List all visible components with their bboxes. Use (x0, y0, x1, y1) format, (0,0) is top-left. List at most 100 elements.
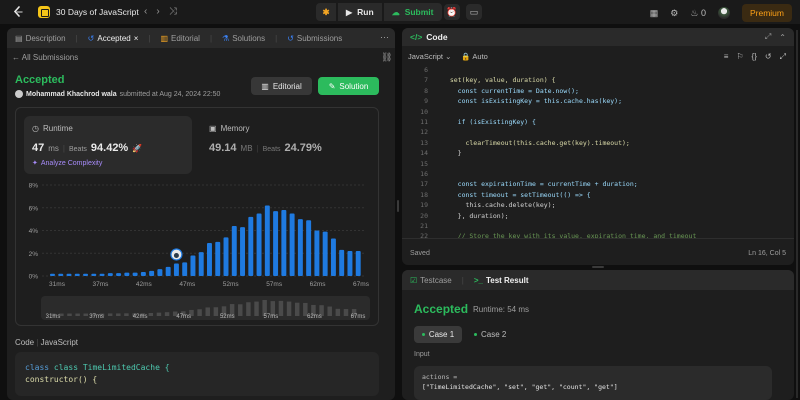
prev-problem-icon[interactable]: ‹ (144, 6, 147, 18)
chart-bar[interactable] (289, 213, 295, 276)
chart-bar[interactable] (322, 231, 328, 276)
braces-icon[interactable]: {} (752, 52, 757, 62)
chart-bar[interactable] (306, 220, 312, 276)
tab-accepted[interactable]: ↺ Accepted × (88, 34, 139, 43)
chart-bar[interactable] (83, 273, 89, 276)
chart-bar[interactable] (165, 266, 171, 276)
chart-bar[interactable] (124, 272, 130, 276)
code-line[interactable]: 21 (402, 222, 794, 232)
code-line[interactable]: 20 }, duration); (402, 212, 794, 222)
chart-bar[interactable] (140, 272, 146, 276)
chart-bar[interactable] (256, 213, 262, 276)
code-line[interactable]: 13 clearTimeout(this.cache.get(key).time… (402, 139, 794, 149)
code-line[interactable]: 6 (402, 66, 794, 76)
runtime-distribution-chart[interactable]: 8% 6% 4% 2% 0% 31ms 37ms 42ms 47ms 52ms 57ms 62ms 67… (20, 178, 370, 290)
submit-button[interactable]: ☁ Submit (383, 3, 442, 21)
scrollbar[interactable] (796, 30, 798, 398)
chart-bar[interactable] (132, 272, 138, 276)
streak[interactable]: ♨ 0 (690, 8, 706, 19)
fullscreen-icon[interactable]: ⤢ (780, 52, 786, 62)
code-line[interactable]: 11 if (isExistingKey) { (402, 118, 794, 128)
chart-bar[interactable] (91, 273, 97, 276)
code-line[interactable]: 18 const timeout = setTimeout(() => { (402, 191, 794, 201)
list-icon[interactable]: ≡ (724, 52, 729, 62)
chart-bar[interactable] (273, 211, 279, 276)
case-2-tab[interactable]: Case 2 (474, 326, 506, 343)
chart-bar[interactable] (50, 273, 55, 276)
close-icon[interactable]: × (134, 34, 139, 43)
code-line[interactable]: 12 (402, 128, 794, 138)
code-line[interactable]: 19 this.cache.delete(key); (402, 201, 794, 211)
code-line[interactable]: 14 } (402, 149, 794, 159)
chart-bar[interactable] (173, 263, 179, 276)
settings-icon[interactable]: ⚙ (670, 8, 678, 19)
premium-button[interactable]: Premium (741, 4, 792, 22)
chart-bar[interactable] (198, 252, 204, 276)
chart-bar[interactable] (58, 273, 64, 276)
code-line[interactable]: 17 const expirationTime = currentTime + … (402, 180, 794, 190)
leetcode-logo-icon[interactable] (12, 6, 24, 18)
chart-bar[interactable] (149, 270, 155, 276)
chart-bar[interactable] (297, 219, 303, 276)
chart-bar[interactable] (74, 273, 80, 276)
chevron-up-icon[interactable]: ⌃ (779, 33, 786, 42)
chart-bar[interactable] (240, 227, 246, 276)
resize-handle[interactable] (592, 266, 604, 268)
run-button[interactable]: ▶ Run (338, 3, 382, 21)
chart-bar[interactable] (99, 273, 105, 276)
bookmark-icon[interactable]: ⚐ (736, 52, 743, 62)
next-problem-icon[interactable]: › (156, 6, 159, 18)
reset-icon[interactable]: ↺ (765, 52, 772, 62)
tab-solutions[interactable]: ⚗ Solutions (222, 34, 265, 43)
maximize-icon[interactable]: ⤢ (765, 32, 771, 42)
tab-editorial[interactable]: ▥ Editorial (160, 34, 199, 43)
shuffle-icon[interactable]: ⤨ (169, 6, 177, 18)
layout-icon[interactable]: ▦ (650, 8, 659, 19)
chart-bar[interactable] (223, 237, 229, 276)
case-1-tab[interactable]: Case 1 (414, 326, 462, 343)
chart-bar[interactable] (207, 243, 212, 276)
timer-button[interactable]: ⏰ (444, 4, 460, 20)
link-icon[interactable]: ⛓ (381, 52, 392, 63)
code-line[interactable]: 16 (402, 170, 794, 180)
back-to-submissions[interactable]: ← All Submissions (12, 53, 78, 62)
code-line[interactable]: 10 (402, 108, 794, 118)
tab-description[interactable]: ▤ Description (15, 34, 66, 43)
code-editor[interactable]: 67 set(key, value, duration) {8 const cu… (402, 66, 794, 238)
tab-test-result[interactable]: >_ Test Result (474, 276, 529, 285)
chart-bar[interactable] (347, 250, 353, 276)
problem-list[interactable]: 30 Days of JavaScript (38, 6, 139, 18)
author-name[interactable]: Mohammad Khachrod wala (26, 91, 117, 98)
notes-button[interactable]: ▭ (466, 4, 482, 20)
debug-button[interactable]: ✱ (316, 3, 336, 21)
memory-header[interactable]: ▣ Memory (209, 124, 249, 133)
chart-bar[interactable] (116, 273, 122, 276)
solution-button[interactable]: ✎ Solution (318, 77, 379, 95)
vertical-resize-handle[interactable] (397, 200, 399, 212)
tab-submissions[interactable]: ↺ Submissions (287, 34, 342, 43)
code-line[interactable]: 9 const isExistingKey = this.cache.has(k… (402, 97, 794, 107)
language-select[interactable]: JavaScript ⌄ (408, 52, 451, 61)
chart-bar[interactable] (107, 273, 113, 276)
author-avatar[interactable] (15, 90, 23, 98)
chart-bar[interactable] (248, 216, 254, 276)
runtime-box[interactable]: ◷ Runtime 47 ms | Beats 94.42% 🚀 ✦ Analyze… (24, 116, 192, 174)
code-line[interactable]: 8 const currentTime = Date.now(); (402, 87, 794, 97)
chart-bar[interactable] (66, 273, 72, 276)
code-line[interactable]: 15 (402, 160, 794, 170)
chart-bar[interactable] (355, 250, 361, 276)
chart-bar[interactable] (330, 238, 336, 276)
chart-bar[interactable] (231, 225, 237, 276)
auto-mode[interactable]: 🔒 Auto (461, 52, 487, 61)
chart-bar[interactable] (190, 255, 196, 276)
tab-testcase[interactable]: ☑ Testcase (410, 276, 452, 285)
analyze-complexity[interactable]: ✦ Analyze Complexity (32, 159, 102, 168)
editorial-button[interactable]: ▥ Editorial (251, 77, 312, 95)
chart-bar[interactable] (314, 230, 320, 277)
mini-distribution-chart[interactable]: 31ms 37ms 42ms 47ms 52ms 57ms 62ms 67ms (41, 296, 370, 320)
chart-bar[interactable] (215, 241, 221, 276)
chart-bar[interactable] (182, 262, 188, 276)
chart-bar[interactable] (157, 269, 163, 276)
code-line[interactable]: 7 set(key, value, duration) { (402, 76, 794, 86)
chart-bar[interactable] (264, 205, 270, 276)
